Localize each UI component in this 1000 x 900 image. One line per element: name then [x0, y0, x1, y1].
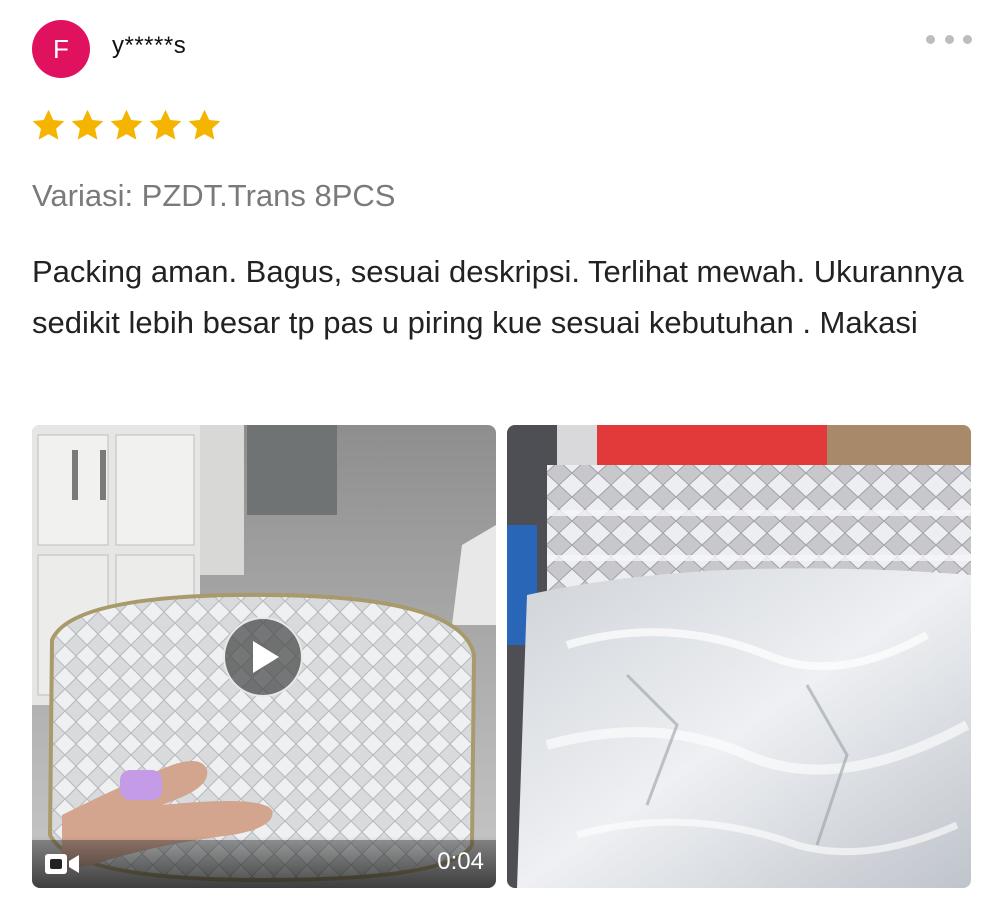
- more-options-button[interactable]: [926, 30, 972, 48]
- product-variation: Variasi: PZDT.Trans 8PCS: [32, 178, 396, 213]
- more-dots-icon: [944, 34, 954, 44]
- star-icon: [110, 109, 143, 140]
- star-rating: [30, 107, 223, 144]
- review-text: Packing aman. Bagus, sesuai deskripsi. T…: [32, 254, 964, 340]
- play-button[interactable]: [223, 617, 303, 697]
- star-icon: [32, 109, 65, 140]
- video-camera-icon: [45, 854, 79, 874]
- video-info-bar: [32, 836, 496, 888]
- avatar[interactable]: F: [32, 20, 90, 78]
- video-duration: 0:04: [437, 848, 484, 875]
- review-photo-image: [507, 425, 971, 888]
- more-dots-icon: [963, 34, 972, 44]
- review-video-thumbnail[interactable]: 0:04: [32, 425, 496, 888]
- star-icon: [71, 109, 104, 140]
- star-icon: [149, 109, 182, 140]
- star-icon: [188, 109, 221, 140]
- avatar-initial: F: [53, 33, 69, 64]
- review-photo-thumbnail[interactable]: [507, 425, 971, 888]
- play-icon: [253, 641, 279, 673]
- more-dots-icon: [926, 34, 935, 44]
- reviewer-username: y*****s: [112, 32, 187, 59]
